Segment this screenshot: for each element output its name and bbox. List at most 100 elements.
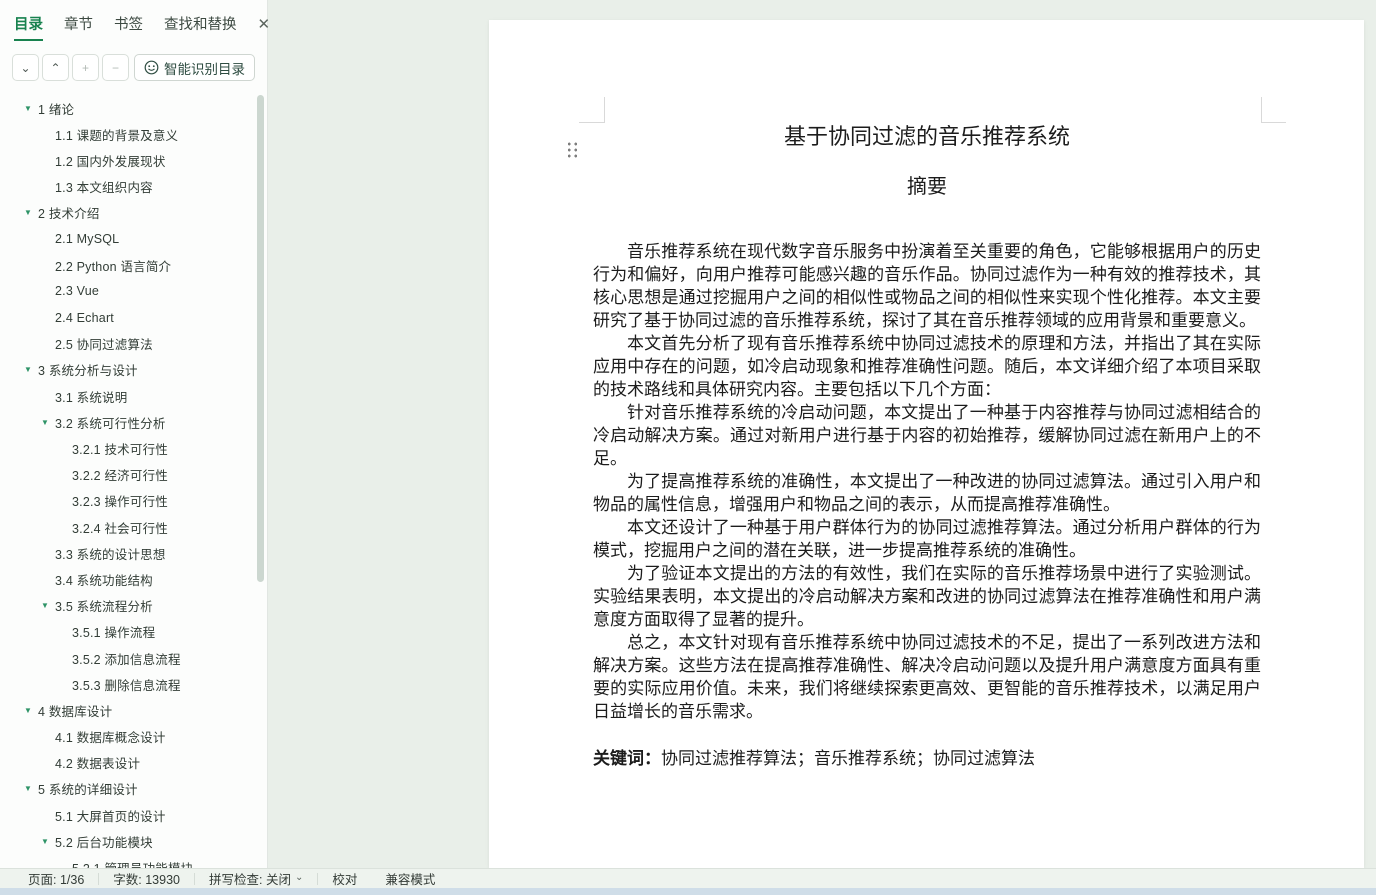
toc-item[interactable]: 2.1 MySQL — [0, 226, 257, 252]
toc-item-label: 3.2.2 经济可行性 — [72, 465, 168, 484]
toc-item[interactable]: 2.3 Vue — [0, 278, 257, 304]
caret-down-icon[interactable]: ▼ — [41, 418, 55, 427]
toc-item-label: 5.2 后台功能模块 — [55, 832, 153, 851]
plus-icon: + — [82, 61, 89, 75]
toc-item-label: 2 技术介绍 — [38, 203, 100, 222]
toc-item[interactable]: 4.1 数据库概念设计 — [0, 724, 257, 750]
word-count[interactable]: 字数: 13930 — [99, 869, 194, 888]
toc-item-label: 1.2 国内外发展现状 — [55, 151, 166, 170]
toc-item[interactable]: ▼3.2 系统可行性分析 — [0, 409, 257, 435]
abstract-paragraph: 总之，本文针对现有音乐推荐系统中协同过滤技术的不足，提出了一系列改进方法和解决方… — [593, 631, 1261, 723]
toc-item[interactable]: ▼4 数据库设计 — [0, 697, 257, 723]
toc-item[interactable]: 3.5.1 操作流程 — [0, 619, 257, 645]
abstract-paragraph: 音乐推荐系统在现代数字音乐服务中扮演着至关重要的角色，它能够根据用户的历史行为和… — [593, 240, 1261, 332]
navigation-tabbar: 目录 章节 书签 查找和替换 ✕ — [0, 0, 267, 41]
abstract-paragraph: 本文首先分析了现有音乐推荐系统中协同过滤技术的原理和方法，并指出了其在实际应用中… — [593, 332, 1261, 401]
toc-item-label: 2.1 MySQL — [55, 232, 119, 246]
toc-toolbar: ⌄ ⌃ + − 智能识别目录 — [0, 41, 267, 81]
toc-item[interactable]: ▼5 系统的详细设计 — [0, 776, 257, 802]
toc-item-label: 4 数据库设计 — [38, 701, 112, 720]
smart-toc-icon — [144, 60, 159, 75]
toc-item-label: 3.5.3 删除信息流程 — [72, 675, 181, 694]
toc-item-label: 3.2.1 技术可行性 — [72, 439, 168, 458]
abstract-paragraph: 为了提高推荐系统的准确性，本文提出了一种改进的协同过滤算法。通过引入用户和物品的… — [593, 470, 1261, 516]
abstract-paragraph: 本文还设计了一种基于用户群体行为的协同过滤推荐算法。通过分析用户群体的行为模式，… — [593, 516, 1261, 562]
close-pane-icon[interactable]: ✕ — [258, 15, 271, 39]
toc-item[interactable]: ▼1 绪论 — [0, 95, 257, 121]
expand-button[interactable]: + — [72, 54, 99, 81]
proofread-button[interactable]: 校对 — [318, 869, 371, 888]
tab-bookmarks[interactable]: 书签 — [114, 13, 143, 41]
toc-item-label: 3.2 系统可行性分析 — [55, 413, 166, 432]
caret-down-icon[interactable]: ▼ — [41, 837, 55, 846]
toc-item-label: 3.2.4 社会可行性 — [72, 518, 168, 537]
toc-item-label: 1.1 课题的背景及意义 — [55, 125, 178, 144]
toc-item[interactable]: 3.2.3 操作可行性 — [0, 488, 257, 514]
drag-handle-icon[interactable] — [565, 140, 578, 158]
toc-item-label: 1.3 本文组织内容 — [55, 177, 153, 196]
toc-item[interactable]: 3.2.4 社会可行性 — [0, 514, 257, 540]
caret-down-icon[interactable]: ▼ — [24, 784, 38, 793]
chevron-up-icon: ⌃ — [50, 61, 60, 75]
caret-down-icon[interactable]: ▼ — [24, 706, 38, 715]
document-canvas: 基于协同过滤的音乐推荐系统 摘要 音乐推荐系统在现代数字音乐服务中扮演着至关重要… — [269, 0, 1376, 868]
status-bar: 页面: 1/36 字数: 13930 拼写检查: 关闭 ⌄ 校对 兼容模式 — [0, 868, 1376, 888]
toc-item-label: 4.1 数据库概念设计 — [55, 727, 166, 746]
toc-item[interactable]: 1.1 课题的背景及意义 — [0, 121, 257, 147]
toc-item[interactable]: 3.3 系统的设计思想 — [0, 540, 257, 566]
smart-toc-label: 智能识别目录 — [164, 58, 245, 78]
toc-item[interactable]: ▼5.2 后台功能模块 — [0, 828, 257, 854]
toc-item[interactable]: 4.2 数据表设计 — [0, 750, 257, 776]
smart-toc-button[interactable]: 智能识别目录 — [134, 54, 255, 81]
toc-item-label: 5.1 大屏首页的设计 — [55, 806, 166, 825]
toc-item-label: 3.5.2 添加信息流程 — [72, 649, 181, 668]
abstract-heading: 摘要 — [593, 172, 1261, 202]
toc-item[interactable]: ▼3.5 系统流程分析 — [0, 593, 257, 619]
sidebar-scrollbar[interactable] — [257, 95, 264, 582]
toc-item-label: 3.5 系统流程分析 — [55, 596, 153, 615]
toc-item[interactable]: 3.5.2 添加信息流程 — [0, 645, 257, 671]
collapse-button[interactable]: − — [102, 54, 129, 81]
previous-heading-button[interactable]: ⌃ — [42, 54, 69, 81]
caret-down-icon[interactable]: ▼ — [24, 208, 38, 217]
toc-item-label: 3.1 系统说明 — [55, 387, 127, 406]
toc-item-label: 2.2 Python 语言简介 — [55, 256, 171, 275]
toc-item-label: 3.3 系统的设计思想 — [55, 544, 166, 563]
toc-item[interactable]: 5.1 大屏首页的设计 — [0, 802, 257, 828]
spell-check-label: 拼写检查: 关闭 — [209, 869, 291, 888]
tab-toc[interactable]: 目录 — [14, 13, 43, 41]
toc-item-label: 3.4 系统功能结构 — [55, 570, 153, 589]
chevron-down-icon: ⌄ — [295, 872, 303, 883]
next-heading-button[interactable]: ⌄ — [12, 54, 39, 81]
toc-item[interactable]: ▼2 技术介绍 — [0, 200, 257, 226]
document-page[interactable]: 基于协同过滤的音乐推荐系统 摘要 音乐推荐系统在现代数字音乐服务中扮演着至关重要… — [489, 20, 1364, 868]
caret-down-icon[interactable]: ▼ — [24, 365, 38, 374]
navigation-pane: 目录 章节 书签 查找和替换 ✕ ⌄ ⌃ + − 智能识别目录 ▼1 绪论 1.1… — [0, 0, 268, 868]
caret-down-icon[interactable]: ▼ — [24, 104, 38, 113]
abstract-paragraph: 为了验证本文提出的方法的有效性，我们在实际的音乐推荐场景中进行了实验测试。实验结… — [593, 562, 1261, 631]
toc-item[interactable]: 1.3 本文组织内容 — [0, 174, 257, 200]
margin-mark-top-right-icon — [1261, 97, 1286, 123]
toc-item[interactable]: 3.5.3 删除信息流程 — [0, 671, 257, 697]
toc-item[interactable]: 3.1 系统说明 — [0, 383, 257, 409]
toc-item[interactable]: ▼3 系统分析与设计 — [0, 357, 257, 383]
caret-down-icon[interactable]: ▼ — [41, 601, 55, 610]
tab-find-replace[interactable]: 查找和替换 — [164, 13, 237, 41]
toc-item[interactable]: 1.2 国内外发展现状 — [0, 147, 257, 173]
compat-mode-label[interactable]: 兼容模式 — [371, 869, 449, 888]
toc-item-label: 5 系统的详细设计 — [38, 779, 138, 798]
toc-item[interactable]: 3.2.2 经济可行性 — [0, 462, 257, 488]
toc-item-label: 2.4 Echart — [55, 311, 114, 325]
tab-chapters[interactable]: 章节 — [64, 13, 93, 41]
toc-item-label: 2.3 Vue — [55, 284, 99, 298]
page-indicator[interactable]: 页面: 1/36 — [14, 869, 98, 888]
toc-item[interactable]: 3.2.1 技术可行性 — [0, 435, 257, 461]
toc-item[interactable]: 2.5 协同过滤算法 — [0, 331, 257, 357]
toc-item[interactable]: 3.4 系统功能结构 — [0, 566, 257, 592]
minus-icon: − — [112, 61, 119, 75]
toc-item[interactable]: 5.2.1 管理员功能模块 — [0, 854, 257, 868]
spell-check-toggle[interactable]: 拼写检查: 关闭 ⌄ — [195, 869, 317, 888]
toc-item[interactable]: 2.2 Python 语言简介 — [0, 252, 257, 278]
toc-item-label: 5.2.1 管理员功能模块 — [72, 858, 193, 868]
toc-item[interactable]: 2.4 Echart — [0, 305, 257, 331]
